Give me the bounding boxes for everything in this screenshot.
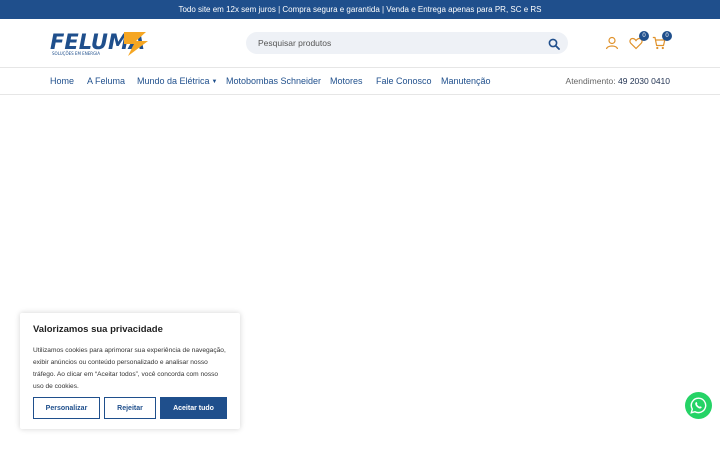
- wishlist-button[interactable]: 0: [629, 31, 649, 50]
- customize-cookies-button[interactable]: Personalizar: [33, 397, 100, 419]
- support-contact: Atendimento: 49 2030 0410: [566, 76, 670, 86]
- announcement-bar: Todo site em 12x sem juros | Compra segu…: [0, 0, 720, 19]
- whatsapp-icon: [690, 397, 707, 414]
- cookie-title: Valorizamos sua privacidade: [33, 324, 163, 335]
- nav-item-label: Mundo da Elétrica: [137, 76, 210, 86]
- search-bar: [246, 32, 568, 54]
- site-header: FELUMA SOLUÇÕES EM ENERGIA 0 0: [0, 19, 720, 68]
- whatsapp-button[interactable]: [685, 392, 712, 419]
- search-icon[interactable]: [548, 37, 560, 50]
- reject-cookies-button[interactable]: Rejeitar: [104, 397, 156, 419]
- cookie-description: Utilizamos cookies para aprimorar sua ex…: [33, 347, 226, 390]
- cart-button[interactable]: 0: [652, 31, 672, 50]
- cookie-consent-banner: Valorizamos sua privacidade Utilizamos c…: [20, 313, 240, 429]
- nav-item-motores[interactable]: Motores: [330, 76, 363, 86]
- nav-item-motobombas-schneider[interactable]: Motobombas Schneider: [226, 76, 321, 86]
- cart-count-badge: 0: [662, 31, 672, 41]
- main-navigation: Home A Feluma Mundo da Elétrica ▼ Motobom…: [0, 68, 720, 95]
- cookie-actions: Personalizar Rejeitar Aceitar tudo: [33, 397, 227, 419]
- nav-item-home[interactable]: Home: [50, 76, 74, 86]
- accept-cookies-button[interactable]: Aceitar tudo: [160, 397, 227, 419]
- nav-item-fale-conosco[interactable]: Fale Conosco: [376, 76, 432, 86]
- announcement-text: Todo site em 12x sem juros | Compra segu…: [178, 5, 542, 14]
- support-label: Atendimento:: [565, 76, 616, 86]
- wishlist-count-badge: 0: [639, 31, 649, 41]
- user-icon[interactable]: [605, 36, 619, 50]
- chevron-down-icon: ▼: [211, 78, 218, 85]
- site-logo[interactable]: FELUMA SOLUÇÕES EM ENERGIA: [50, 29, 160, 57]
- logo-mark-icon: FELUMA SOLUÇÕES EM ENERGIA: [50, 30, 148, 56]
- nav-item-manutencao[interactable]: Manutenção: [441, 76, 491, 86]
- search-input[interactable]: [258, 38, 538, 48]
- nav-item-mundo-da-eletrica[interactable]: Mundo da Elétrica ▼: [137, 76, 218, 86]
- support-phone[interactable]: 49 2030 0410: [618, 76, 670, 86]
- nav-item-a-feluma[interactable]: A Feluma: [87, 76, 125, 86]
- svg-text:SOLUÇÕES EM ENERGIA: SOLUÇÕES EM ENERGIA: [52, 51, 100, 56]
